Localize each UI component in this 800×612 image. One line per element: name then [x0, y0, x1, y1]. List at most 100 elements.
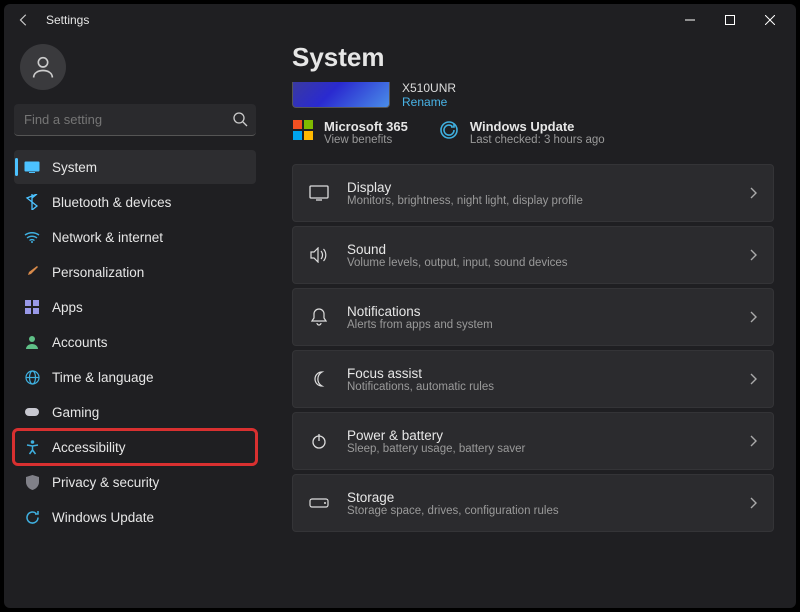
sidebar: System Bluetooth & devices Network & int… [4, 36, 266, 608]
main-content: System X510UNR Rename Microsoft 365View … [266, 36, 796, 608]
nav-list: System Bluetooth & devices Network & int… [14, 150, 256, 534]
nav-label: Apps [52, 300, 83, 315]
sidebar-item-network[interactable]: Network & internet [14, 220, 256, 254]
maximize-icon [725, 15, 735, 25]
person-icon [24, 334, 40, 350]
sidebar-item-bluetooth[interactable]: Bluetooth & devices [14, 185, 256, 219]
display-icon [24, 159, 40, 175]
chevron-right-icon [749, 435, 757, 447]
setting-title: Storage [347, 490, 731, 505]
nav-label: Gaming [52, 405, 99, 420]
apps-icon [24, 299, 40, 315]
info-sub: Last checked: 3 hours ago [470, 134, 605, 146]
search-input[interactable] [14, 104, 256, 136]
user-section[interactable] [14, 36, 256, 104]
sidebar-item-privacy[interactable]: Privacy & security [14, 465, 256, 499]
minimize-button[interactable] [670, 6, 710, 34]
sidebar-item-windows-update[interactable]: Windows Update [14, 500, 256, 534]
sidebar-item-system[interactable]: System [14, 150, 256, 184]
info-title: Microsoft 365 [324, 119, 408, 134]
sidebar-item-accessibility[interactable]: Accessibility [14, 430, 256, 464]
setting-focus-assist[interactable]: Focus assistNotifications, automatic rul… [292, 350, 774, 408]
chevron-right-icon [749, 311, 757, 323]
setting-sub: Sleep, battery usage, battery saver [347, 443, 731, 455]
sidebar-item-apps[interactable]: Apps [14, 290, 256, 324]
device-info: X510UNR Rename [402, 81, 456, 109]
setting-title: Sound [347, 242, 731, 257]
window-body: System Bluetooth & devices Network & int… [4, 36, 796, 608]
setting-title: Power & battery [347, 428, 731, 443]
search-icon [232, 111, 248, 127]
arrow-left-icon [17, 13, 31, 27]
bell-icon [309, 307, 329, 327]
chevron-right-icon [749, 187, 757, 199]
page-title: System [292, 42, 774, 73]
setting-sound[interactable]: SoundVolume levels, output, input, sound… [292, 226, 774, 284]
rename-link[interactable]: Rename [402, 95, 456, 109]
nav-label: Privacy & security [52, 475, 159, 490]
setting-sub: Monitors, brightness, night light, displ… [347, 195, 731, 207]
setting-notifications[interactable]: NotificationsAlerts from apps and system [292, 288, 774, 346]
sidebar-item-time-language[interactable]: Time & language [14, 360, 256, 394]
display-icon [309, 183, 329, 203]
info-row: Microsoft 365View benefits Windows Updat… [292, 119, 774, 146]
nav-label: Time & language [52, 370, 154, 385]
setting-sub: Volume levels, output, input, sound devi… [347, 257, 731, 269]
info-windows-update[interactable]: Windows UpdateLast checked: 3 hours ago [438, 119, 605, 146]
wifi-icon [24, 229, 40, 245]
nav-label: Personalization [52, 265, 144, 280]
setting-power-battery[interactable]: Power & batterySleep, battery usage, bat… [292, 412, 774, 470]
moon-icon [309, 369, 329, 389]
globe-icon [24, 369, 40, 385]
search-field[interactable] [14, 104, 256, 136]
setting-title: Focus assist [347, 366, 731, 381]
settings-window: Settings System [4, 4, 796, 608]
chevron-right-icon [749, 497, 757, 509]
chevron-right-icon [749, 373, 757, 385]
sound-icon [309, 245, 329, 265]
sidebar-item-personalization[interactable]: Personalization [14, 255, 256, 289]
setting-sub: Alerts from apps and system [347, 319, 731, 331]
accessibility-icon [24, 439, 40, 455]
avatar [20, 44, 66, 90]
nav-label: Windows Update [52, 510, 154, 525]
update-icon [438, 119, 460, 141]
setting-sub: Storage space, drives, configuration rul… [347, 505, 731, 517]
nav-label: Network & internet [52, 230, 163, 245]
setting-display[interactable]: DisplayMonitors, brightness, night light… [292, 164, 774, 222]
setting-storage[interactable]: StorageStorage space, drives, configurat… [292, 474, 774, 532]
settings-list: DisplayMonitors, brightness, night light… [292, 164, 774, 532]
storage-icon [309, 493, 329, 513]
titlebar: Settings [4, 4, 796, 36]
update-icon [24, 509, 40, 525]
person-icon [29, 53, 57, 81]
sidebar-item-gaming[interactable]: Gaming [14, 395, 256, 429]
sidebar-item-accounts[interactable]: Accounts [14, 325, 256, 359]
chevron-right-icon [749, 249, 757, 261]
maximize-button[interactable] [710, 6, 750, 34]
nav-label: System [52, 160, 97, 175]
close-button[interactable] [750, 6, 790, 34]
back-button[interactable] [10, 6, 38, 34]
setting-title: Display [347, 180, 731, 195]
window-controls [670, 6, 790, 34]
setting-sub: Notifications, automatic rules [347, 381, 731, 393]
gaming-icon [24, 404, 40, 420]
setting-title: Notifications [347, 304, 731, 319]
nav-label: Bluetooth & devices [52, 195, 171, 210]
minimize-icon [685, 15, 695, 25]
power-icon [309, 431, 329, 451]
bluetooth-icon [24, 194, 40, 210]
shield-icon [24, 474, 40, 490]
ms365-icon [292, 119, 314, 141]
device-name: X510UNR [402, 81, 456, 95]
close-icon [765, 15, 775, 25]
window-title: Settings [46, 13, 89, 27]
info-ms365[interactable]: Microsoft 365View benefits [292, 119, 408, 146]
brush-icon [24, 264, 40, 280]
nav-label: Accounts [52, 335, 108, 350]
device-image [292, 82, 390, 108]
info-sub: View benefits [324, 134, 408, 146]
nav-label: Accessibility [52, 440, 126, 455]
device-row: X510UNR Rename [292, 81, 774, 109]
